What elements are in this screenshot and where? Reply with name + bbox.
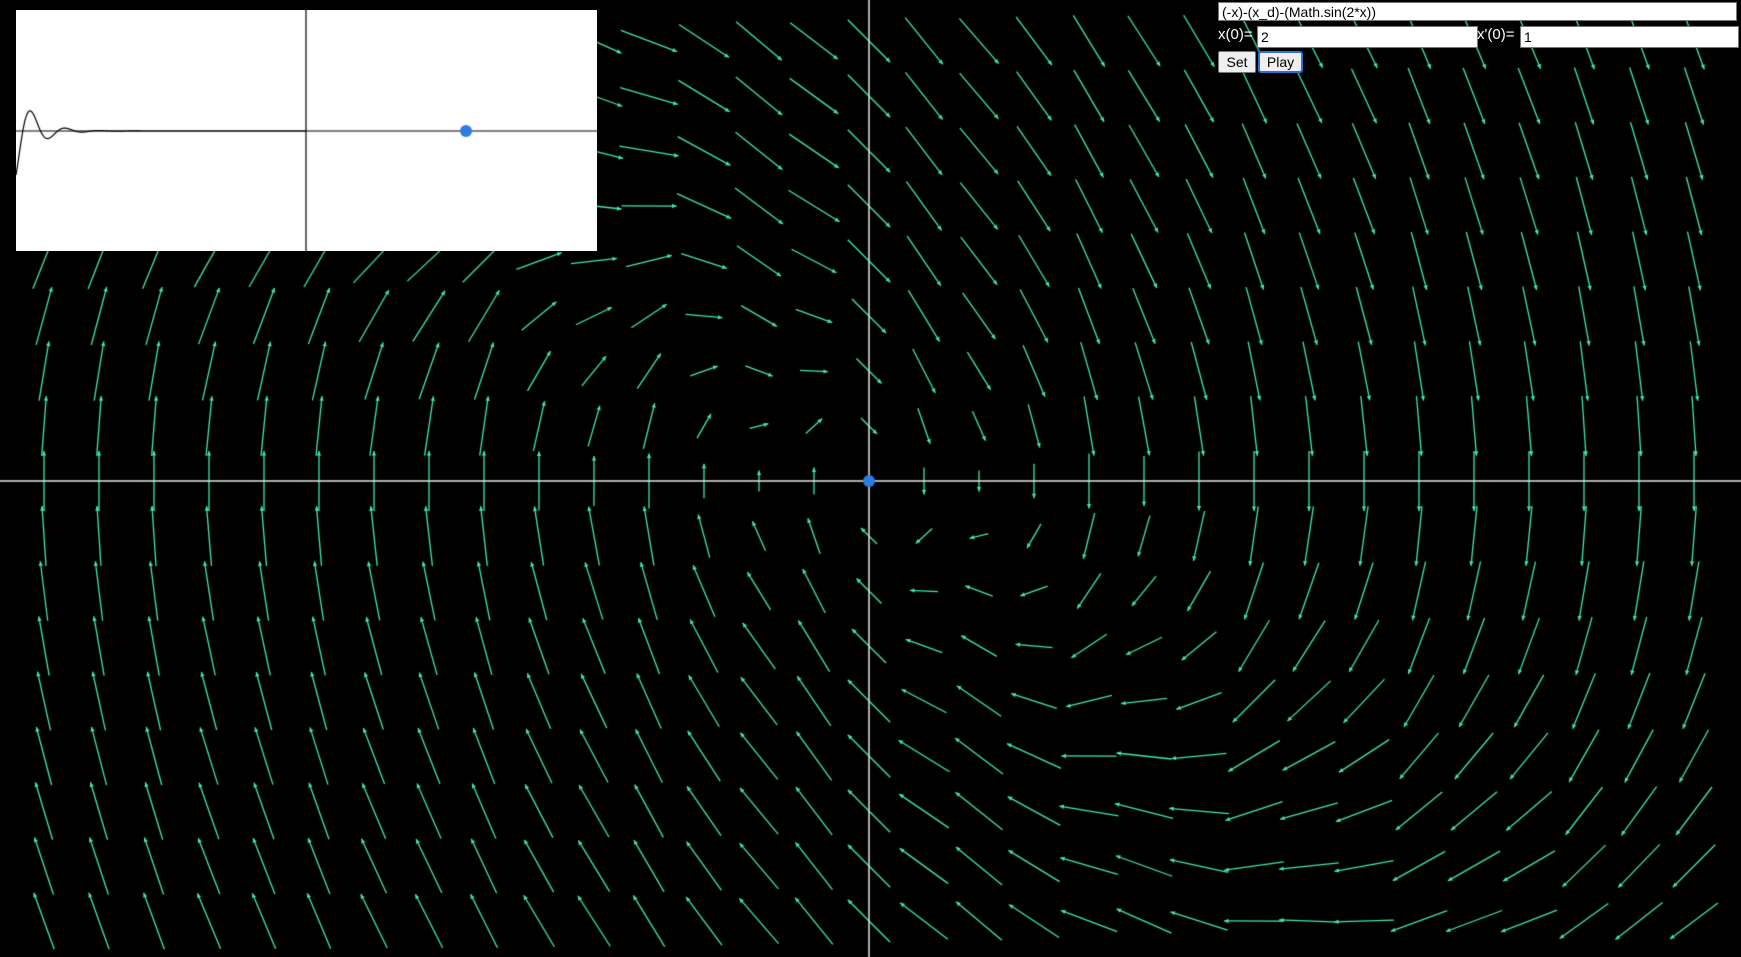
- v0-label: x'(0)=: [1477, 26, 1515, 43]
- play-button[interactable]: Play: [1258, 51, 1303, 73]
- expression-input[interactable]: [1218, 2, 1737, 21]
- time-series-plot: [16, 10, 597, 251]
- x0-label: x(0)=: [1218, 26, 1253, 43]
- v0-input[interactable]: [1520, 26, 1739, 48]
- x0-input[interactable]: [1257, 26, 1478, 48]
- set-button[interactable]: Set: [1218, 51, 1256, 73]
